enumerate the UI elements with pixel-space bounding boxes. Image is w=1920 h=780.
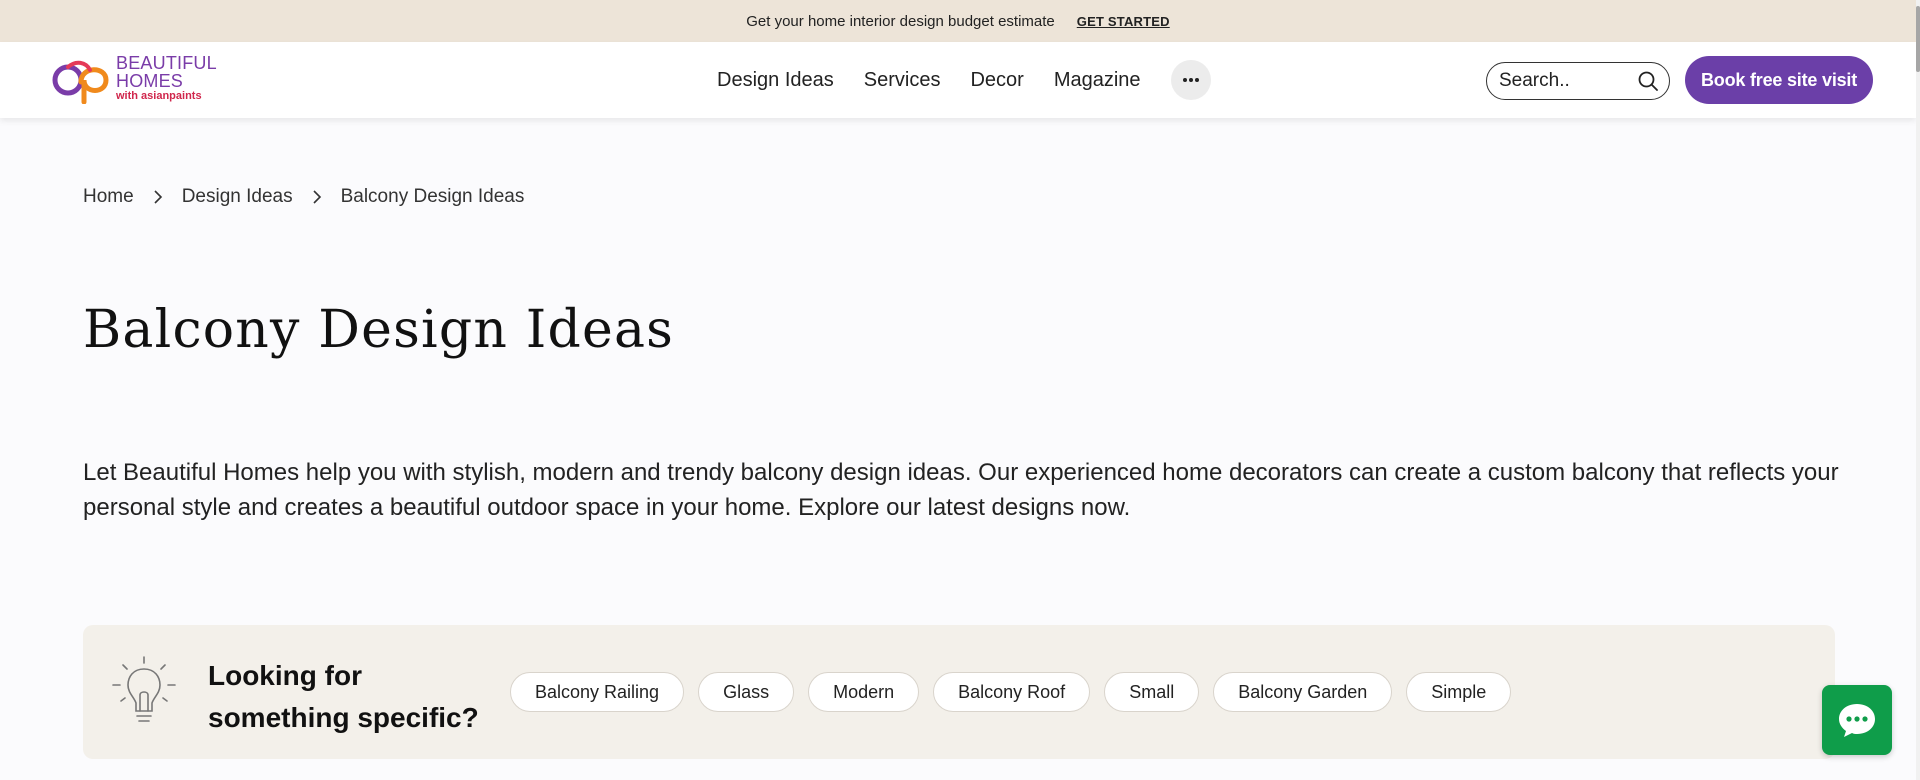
chip-modern[interactable]: Modern bbox=[808, 672, 920, 712]
tag-chip-list: Balcony Railing Glass Modern Balcony Roo… bbox=[510, 672, 1512, 712]
nav-item-magazine[interactable]: Magazine bbox=[1054, 69, 1141, 92]
book-site-visit-button[interactable]: Book free site visit bbox=[1685, 56, 1873, 104]
logo-text-line1: BEAUTIFUL bbox=[116, 53, 217, 73]
lightbulb-icon bbox=[112, 656, 176, 722]
chip-glass[interactable]: Glass bbox=[698, 672, 795, 712]
chat-bubble-icon bbox=[1839, 704, 1875, 737]
search-input[interactable] bbox=[1499, 70, 1629, 92]
nav-item-design-ideas[interactable]: Design Ideas bbox=[717, 69, 834, 92]
breadcrumb-current: Balcony Design Ideas bbox=[340, 186, 525, 207]
logo-mark-icon bbox=[52, 60, 109, 104]
chevron-right-icon bbox=[154, 190, 162, 204]
logo-text-line2: HOMES bbox=[116, 71, 184, 91]
more-menu-button[interactable] bbox=[1170, 60, 1211, 100]
search-icon[interactable] bbox=[1637, 70, 1659, 92]
chip-small[interactable]: Small bbox=[1104, 672, 1200, 712]
specific-title: Looking for something specific? bbox=[208, 660, 479, 733]
breadcrumb-home[interactable]: Home bbox=[83, 186, 134, 208]
search-box bbox=[1486, 62, 1670, 100]
chip-simple[interactable]: Simple bbox=[1406, 672, 1512, 712]
breadcrumb-design-ideas[interactable]: Design Ideas bbox=[182, 186, 293, 208]
scrollbar-thumb[interactable] bbox=[1916, 6, 1920, 72]
main-nav: Design Ideas Services Decor Magazine bbox=[717, 42, 1211, 118]
ellipsis-icon bbox=[1182, 78, 1199, 82]
chip-balcony-garden[interactable]: Balcony Garden bbox=[1213, 672, 1393, 712]
chip-balcony-railing[interactable]: Balcony Railing bbox=[510, 672, 685, 712]
page-intro: Let Beautiful Homes help you with stylis… bbox=[83, 459, 1839, 521]
breadcrumb: Home Design Ideas Balcony Design Ideas bbox=[83, 186, 524, 208]
chip-balcony-roof[interactable]: Balcony Roof bbox=[933, 672, 1091, 712]
page-scrollbar[interactable] bbox=[1916, 0, 1920, 780]
site-header: BEAUTIFUL HOMES with asianpaints Design … bbox=[0, 42, 1916, 118]
logo-text-line3: with asianpaints bbox=[116, 90, 202, 102]
nav-item-services[interactable]: Services bbox=[864, 69, 941, 92]
get-started-link[interactable]: GET STARTED bbox=[1077, 14, 1170, 29]
nav-item-decor[interactable]: Decor bbox=[970, 69, 1023, 92]
chat-button[interactable] bbox=[1822, 685, 1892, 755]
page-title: Balcony Design Ideas bbox=[83, 300, 675, 360]
chevron-right-icon bbox=[313, 190, 321, 204]
brand-logo[interactable]: BEAUTIFUL HOMES with asianpaints bbox=[48, 52, 238, 104]
specific-search-panel: Looking for something specific? Balcony … bbox=[83, 625, 1835, 759]
promo-bar: Get your home interior design budget est… bbox=[0, 0, 1916, 42]
promo-text: Get your home interior design budget est… bbox=[746, 12, 1055, 30]
